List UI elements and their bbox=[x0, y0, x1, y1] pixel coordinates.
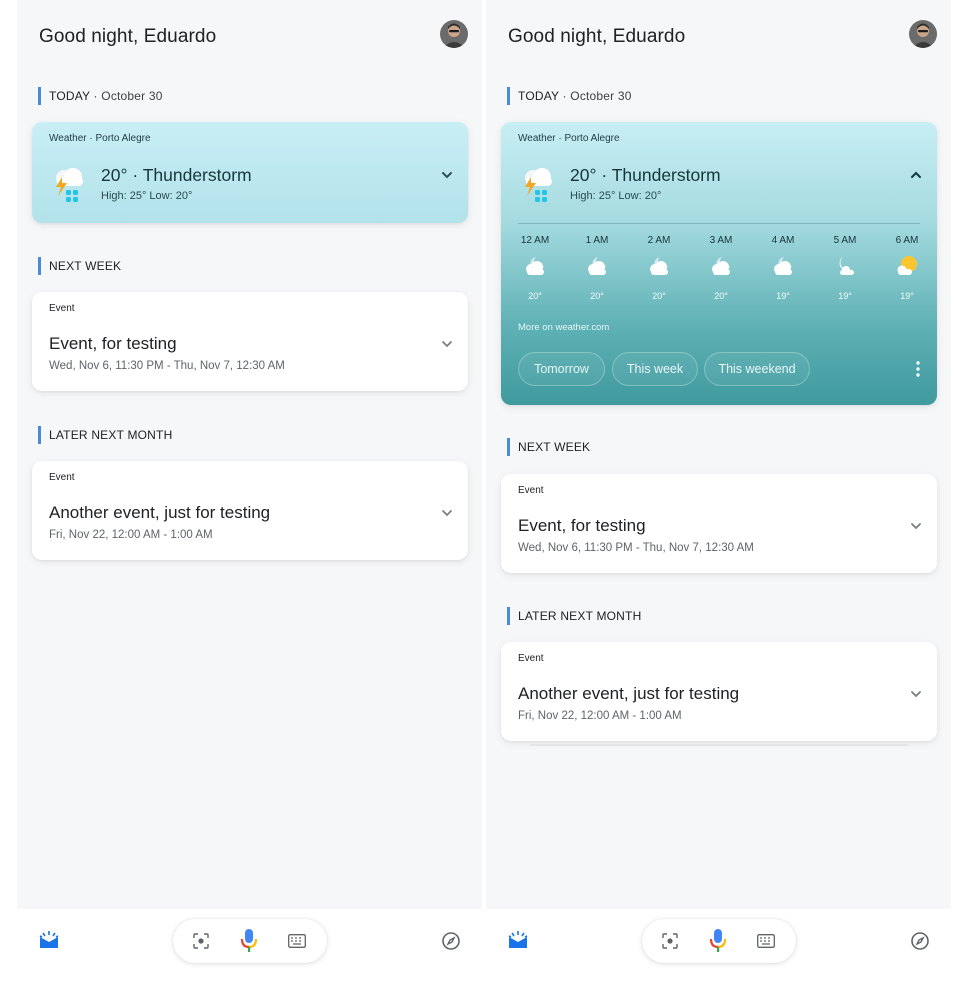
section-today-date: · October 30 bbox=[559, 89, 632, 103]
hour-time: 5 AM bbox=[833, 235, 857, 246]
mic-icon[interactable] bbox=[709, 928, 727, 959]
mic-icon[interactable] bbox=[240, 928, 258, 959]
event-card[interactable]: Event Event, for testing Wed, Nov 6, 11:… bbox=[32, 292, 468, 391]
event-time: Fri, Nov 22, 12:00 AM - 1:00 AM bbox=[518, 710, 682, 722]
chevron-down-icon[interactable] bbox=[440, 168, 454, 182]
hourly-forecast-item: 4 AM 19° bbox=[763, 235, 803, 301]
chevron-up-icon[interactable] bbox=[909, 168, 923, 182]
event-time: Fri, Nov 22, 12:00 AM - 1:00 AM bbox=[49, 529, 213, 541]
event-time: Wed, Nov 6, 11:30 PM - Thu, Nov 7, 12:30… bbox=[518, 542, 754, 554]
avatar[interactable] bbox=[440, 20, 468, 48]
event-card[interactable]: Event Another event, just for testing Fr… bbox=[32, 461, 468, 560]
snapshot-icon[interactable] bbox=[39, 931, 59, 954]
section-next-week: NEXT WEEK bbox=[507, 438, 590, 456]
weather-location-label: Weather · Porto Alegre bbox=[49, 133, 151, 144]
more-on-weather-link[interactable]: More on weather.com bbox=[518, 322, 609, 333]
hour-temp: 20° bbox=[590, 291, 604, 301]
event-type-label: Event bbox=[518, 653, 544, 664]
chip-this-week[interactable]: This week bbox=[612, 352, 698, 386]
chevron-down-icon[interactable] bbox=[909, 519, 923, 533]
partly-cloudy-night-icon bbox=[646, 253, 672, 279]
section-today-date: · October 30 bbox=[90, 89, 163, 103]
weather-temp-condition: 20° · Thunderstorm bbox=[101, 165, 252, 185]
keyboard-icon[interactable] bbox=[288, 934, 306, 953]
partly-cloudy-night-icon bbox=[584, 253, 610, 279]
hour-temp: 19° bbox=[900, 291, 914, 301]
event-type-label: Event bbox=[49, 303, 75, 314]
search-pill bbox=[173, 919, 327, 963]
chevron-down-icon[interactable] bbox=[440, 337, 454, 351]
event-time: Wed, Nov 6, 11:30 PM - Thu, Nov 7, 12:30… bbox=[49, 360, 285, 372]
weather-card[interactable]: Weather · Porto Alegre 20° · Thunderstor… bbox=[32, 122, 468, 223]
section-today: TODAY · October 30 bbox=[38, 87, 163, 105]
hour-temp: 19° bbox=[838, 291, 852, 301]
hourly-forecast-item: 12 AM 20° bbox=[515, 235, 555, 301]
hour-temp: 20° bbox=[528, 291, 542, 301]
weather-location-label: Weather · Porto Alegre bbox=[518, 133, 620, 144]
event-title: Event, for testing bbox=[518, 516, 646, 535]
hour-time: 6 AM bbox=[895, 235, 919, 246]
section-next-week: NEXT WEEK bbox=[38, 257, 121, 275]
event-type-label: Event bbox=[49, 472, 75, 483]
compass-icon[interactable] bbox=[441, 931, 461, 956]
chevron-down-icon[interactable] bbox=[909, 687, 923, 701]
weather-temp-condition: 20° · Thunderstorm bbox=[570, 165, 721, 185]
hourly-forecast-item: 3 AM 20° bbox=[701, 235, 741, 301]
chip-tomorrow[interactable]: Tomorrow bbox=[518, 352, 605, 386]
section-today: TODAY · October 30 bbox=[507, 87, 632, 105]
hourly-forecast-item: 2 AM 20° bbox=[639, 235, 679, 301]
lens-icon[interactable] bbox=[193, 933, 209, 954]
avatar[interactable] bbox=[909, 20, 937, 48]
section-later-next-month: LATER NEXT MONTH bbox=[507, 607, 641, 625]
hour-time: 3 AM bbox=[709, 235, 733, 246]
hourly-forecast-item: 6 AM 19° bbox=[887, 235, 927, 301]
section-later-next-month: LATER NEXT MONTH bbox=[38, 426, 172, 444]
partly-cloudy-night-icon bbox=[770, 253, 796, 279]
lens-icon[interactable] bbox=[662, 933, 678, 954]
screen-collapsed: Good night, Eduardo TODAY · October 30 W… bbox=[17, 0, 482, 1000]
greeting: Good night, Eduardo bbox=[39, 26, 217, 47]
partly-cloudy-night-icon bbox=[708, 253, 734, 279]
search-pill bbox=[642, 919, 796, 963]
screen-expanded: Good night, Eduardo TODAY · October 30 W… bbox=[486, 0, 951, 1000]
weather-high-low: High: 25° Low: 20° bbox=[570, 190, 662, 202]
hour-time: 12 AM bbox=[520, 235, 550, 246]
event-title: Another event, just for testing bbox=[49, 503, 271, 522]
thunderstorm-icon bbox=[51, 165, 89, 205]
compass-icon[interactable] bbox=[910, 931, 930, 956]
event-card[interactable]: Event Event, for testing Wed, Nov 6, 11:… bbox=[501, 474, 937, 573]
hour-temp: 19° bbox=[776, 291, 790, 301]
event-title: Event, for testing bbox=[49, 334, 177, 353]
hour-time: 1 AM bbox=[585, 235, 609, 246]
hourly-forecast-item: 1 AM 20° bbox=[577, 235, 617, 301]
hour-temp: 20° bbox=[652, 291, 666, 301]
weather-high-low: High: 25° Low: 20° bbox=[101, 190, 193, 202]
section-today-title: TODAY bbox=[518, 89, 560, 103]
bottom-bar bbox=[486, 909, 951, 1000]
bottom-bar bbox=[17, 909, 482, 1000]
weather-divider bbox=[518, 223, 920, 224]
chip-this-weekend[interactable]: This weekend bbox=[704, 352, 810, 386]
event-title: Another event, just for testing bbox=[518, 684, 740, 703]
thunderstorm-icon bbox=[520, 165, 558, 205]
moon-cloud-icon bbox=[832, 253, 858, 279]
hourly-forecast-item: 5 AM 19° bbox=[825, 235, 865, 301]
hour-temp: 20° bbox=[714, 291, 728, 301]
partly-cloudy-night-icon bbox=[522, 253, 548, 279]
section-today-title: TODAY bbox=[49, 89, 91, 103]
card-stack-edge bbox=[530, 744, 908, 746]
event-card[interactable]: Event Another event, just for testing Fr… bbox=[501, 642, 937, 741]
more-options-icon[interactable] bbox=[911, 360, 925, 378]
hour-time: 4 AM bbox=[771, 235, 795, 246]
keyboard-icon[interactable] bbox=[757, 934, 775, 953]
weather-card-expanded[interactable]: Weather · Porto Alegre 20° · Thunderstor… bbox=[501, 122, 937, 405]
partly-cloudy-day-icon bbox=[894, 253, 920, 279]
chevron-down-icon[interactable] bbox=[440, 506, 454, 520]
event-type-label: Event bbox=[518, 485, 544, 496]
snapshot-icon[interactable] bbox=[508, 931, 528, 954]
hour-time: 2 AM bbox=[647, 235, 671, 246]
greeting: Good night, Eduardo bbox=[508, 26, 686, 47]
